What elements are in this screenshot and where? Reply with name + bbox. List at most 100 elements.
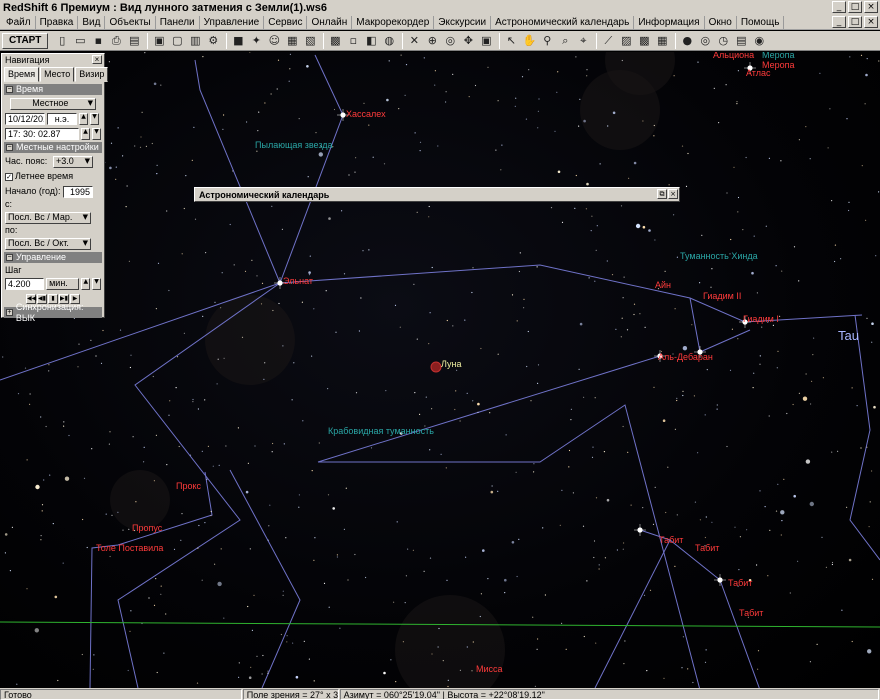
sky-label[interactable]: Туманность Хинда bbox=[680, 251, 758, 261]
astro-calendar-window[interactable]: Астрономический календарь ⧉ × bbox=[194, 187, 680, 202]
start-year-field[interactable]: 1995 bbox=[63, 185, 93, 198]
search-icon[interactable]: ⌕ bbox=[557, 33, 573, 49]
date-spin-down-icon[interactable]: ▼ bbox=[90, 112, 99, 125]
era-field[interactable]: н.э. bbox=[47, 112, 77, 125]
tab-place[interactable]: Место bbox=[40, 67, 75, 82]
dark-icon[interactable]: ■ bbox=[230, 33, 246, 49]
hand-icon[interactable]: ✋ bbox=[521, 33, 537, 49]
cd-icon[interactable]: ◎ bbox=[697, 33, 713, 49]
menu-tours[interactable]: Экскурсии bbox=[434, 15, 492, 29]
sky-label[interactable]: Эльнат bbox=[283, 276, 313, 286]
menu-edit[interactable]: Правка bbox=[36, 15, 79, 29]
tab-sight[interactable]: Визир bbox=[75, 67, 109, 82]
ruler-icon[interactable]: ⟋ bbox=[600, 33, 616, 49]
sky-map[interactable]: Альциона Меропа Меропа Атлас Хассалех Пылающа… bbox=[0, 52, 880, 688]
sky-label[interactable]: Табит bbox=[728, 578, 752, 588]
refresh-icon[interactable]: ◧ bbox=[363, 33, 379, 49]
summer-time-checkbox[interactable]: ✓ bbox=[5, 172, 13, 181]
restore-icon[interactable]: ⧉ bbox=[657, 189, 667, 199]
menu-macro-recorder[interactable]: Макрорекордер bbox=[352, 15, 435, 29]
compass-icon[interactable]: ◎ bbox=[442, 33, 458, 49]
photo-icon[interactable]: ▦ bbox=[654, 33, 670, 49]
close-icon[interactable]: × bbox=[668, 189, 678, 199]
nav-panel-close-icon[interactable]: × bbox=[92, 55, 102, 64]
date-field[interactable]: 10/12/2011 bbox=[5, 112, 45, 125]
menu-file[interactable]: Файл bbox=[2, 15, 36, 29]
menu-info[interactable]: Информация bbox=[634, 15, 705, 29]
time-spin-up-icon[interactable]: ▲ bbox=[81, 127, 90, 140]
dst-end-select[interactable]: Посл. Вс / Окт. ▼ bbox=[5, 237, 91, 250]
chart-icon[interactable]: ▧ bbox=[302, 33, 318, 49]
menu-control[interactable]: Управление bbox=[200, 15, 265, 29]
magnifier-icon[interactable]: ⚲ bbox=[539, 33, 555, 49]
minimize-button[interactable]: _ bbox=[832, 1, 846, 13]
print-preview-icon[interactable]: ▤ bbox=[126, 33, 142, 49]
mdi-close-button[interactable]: × bbox=[864, 16, 878, 28]
image-icon[interactable]: ▨ bbox=[618, 33, 634, 49]
sky-label[interactable]: Атлас bbox=[746, 68, 771, 78]
zoom-out-icon[interactable]: ⊕ bbox=[424, 33, 440, 49]
date-spin-up-icon[interactable]: ▲ bbox=[79, 112, 88, 125]
sky-label[interactable]: Гиадим I bbox=[743, 314, 779, 324]
save-icon[interactable]: ▪ bbox=[90, 33, 106, 49]
camera-icon[interactable]: ▩ bbox=[636, 33, 652, 49]
window-icon[interactable]: ▢ bbox=[169, 33, 185, 49]
new-icon[interactable]: ▯ bbox=[54, 33, 70, 49]
pointer-icon[interactable]: ↖ bbox=[503, 33, 519, 49]
sky-label[interactable]: Айн bbox=[655, 280, 671, 290]
control-section-header[interactable]: − Управление bbox=[4, 252, 102, 263]
step-spin-down-icon[interactable]: ▼ bbox=[92, 277, 101, 290]
sky-label[interactable]: Прокс bbox=[176, 481, 201, 491]
grid-icon[interactable]: ▦ bbox=[284, 33, 300, 49]
sync-section-header[interactable]: + Синхронизация: ВЫК bbox=[4, 302, 102, 323]
people-icon[interactable]: ☺ bbox=[266, 33, 282, 49]
sky-label[interactable]: Табит bbox=[739, 608, 763, 618]
sky-label[interactable]: Tau bbox=[838, 329, 859, 342]
menu-astro-calendar[interactable]: Астрономический календарь bbox=[491, 15, 635, 29]
sky-label[interactable]: Толе Поставила bbox=[96, 543, 163, 553]
screen-icon[interactable]: ▣ bbox=[151, 33, 167, 49]
step-field[interactable]: 4.200 bbox=[5, 277, 45, 290]
panel-icon[interactable]: ▫ bbox=[345, 33, 361, 49]
start-button[interactable]: СТАРТ bbox=[2, 32, 49, 49]
open-icon[interactable]: ▭ bbox=[72, 33, 88, 49]
sky-label[interactable]: Альциона bbox=[713, 52, 754, 60]
sky-label[interactable]: Пропус bbox=[132, 523, 162, 533]
cube-icon[interactable]: ▩ bbox=[327, 33, 343, 49]
cursor-icon[interactable]: ✕ bbox=[406, 33, 422, 49]
time-mode-select[interactable]: Местное ▼ bbox=[10, 97, 96, 110]
sky-label[interactable]: Мисса bbox=[476, 664, 503, 674]
settings-icon[interactable]: ⚙ bbox=[205, 33, 221, 49]
sky-label[interactable]: Пылающая звезда bbox=[255, 140, 333, 150]
tab-time[interactable]: Время bbox=[4, 67, 40, 82]
dst-start-select[interactable]: Посл. Вс / Мар. ▼ bbox=[5, 211, 91, 224]
planet-icon[interactable]: ◉ bbox=[751, 33, 767, 49]
record-icon[interactable]: ● bbox=[679, 33, 695, 49]
copy-icon[interactable]: ▥ bbox=[187, 33, 203, 49]
time-field[interactable]: 17: 30: 02.87 bbox=[5, 127, 79, 140]
clock-icon[interactable]: ◷ bbox=[715, 33, 731, 49]
picture-icon[interactable]: ▣ bbox=[478, 33, 494, 49]
close-button[interactable]: × bbox=[864, 1, 878, 13]
sky-label[interactable]: Луна bbox=[441, 359, 461, 369]
globe-icon[interactable]: ◍ bbox=[381, 33, 397, 49]
menu-objects[interactable]: Объекты bbox=[105, 15, 156, 29]
time-spin-down-icon[interactable]: ▼ bbox=[92, 127, 101, 140]
menu-panels[interactable]: Панели bbox=[156, 15, 200, 29]
menu-online[interactable]: Онлайн bbox=[307, 15, 353, 29]
local-settings-header[interactable]: − Местные настройки bbox=[4, 142, 102, 153]
timezone-select[interactable]: +3.0 ▼ bbox=[53, 155, 93, 168]
menu-service[interactable]: Сервис bbox=[264, 15, 308, 29]
sky-label[interactable]: Крабовидная туманность bbox=[328, 426, 434, 436]
sky-label[interactable]: Аль-Дебаран bbox=[658, 352, 713, 362]
maximize-button[interactable]: □ bbox=[848, 1, 862, 13]
mdi-maximize-button[interactable]: □ bbox=[848, 16, 862, 28]
menu-view[interactable]: Вид bbox=[78, 15, 106, 29]
sky-label[interactable]: Хассалех bbox=[346, 109, 386, 119]
print-icon[interactable]: ⎙ bbox=[108, 33, 124, 49]
sky-label[interactable]: Меропа bbox=[762, 52, 795, 60]
menu-help[interactable]: Помощь bbox=[737, 15, 785, 29]
telescope-icon[interactable]: ⌖ bbox=[575, 33, 591, 49]
step-unit-select[interactable]: мин. bbox=[46, 277, 80, 290]
fullscreen-icon[interactable]: ✥ bbox=[460, 33, 476, 49]
